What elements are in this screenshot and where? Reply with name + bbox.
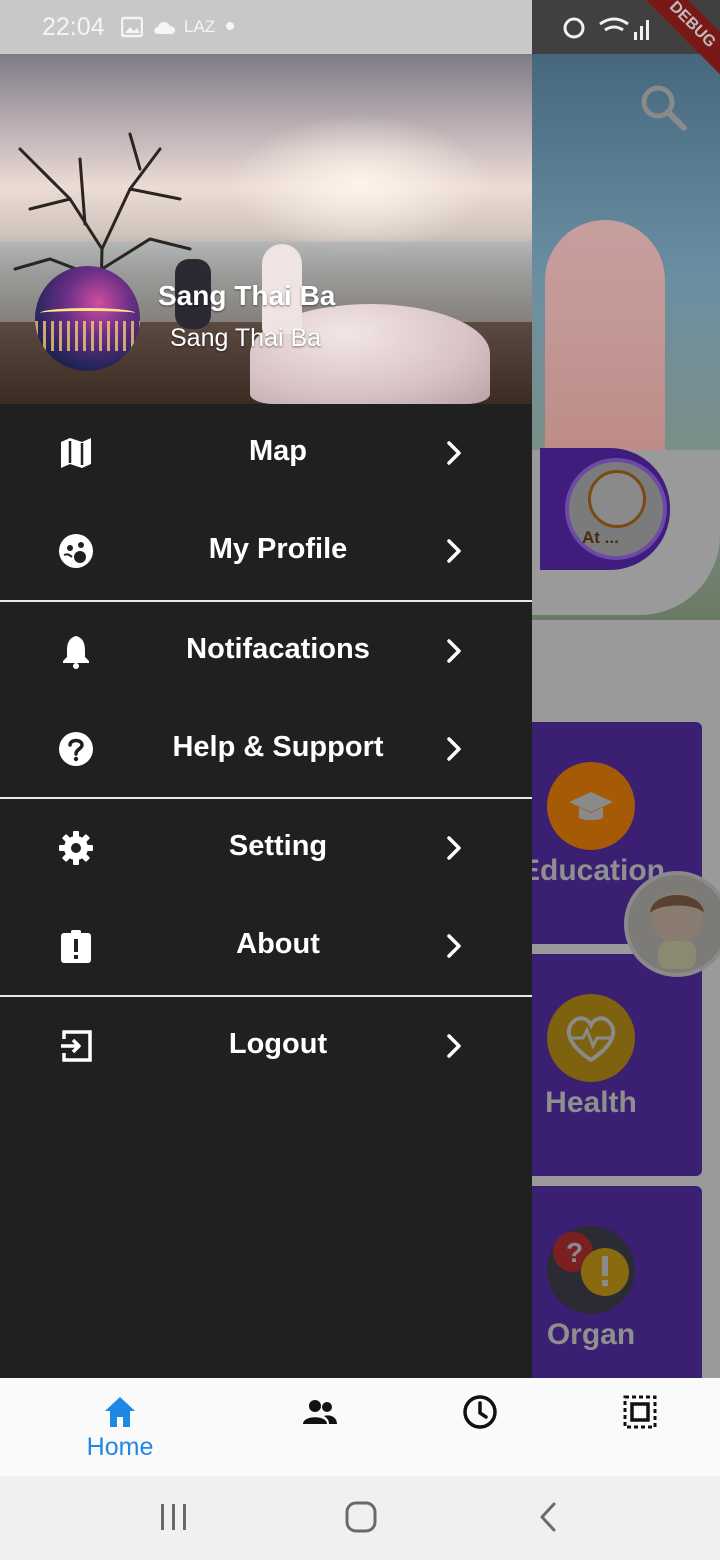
notification-dot-icon xyxy=(226,22,234,30)
avatar-city-lights xyxy=(35,321,140,351)
background-card-health: Health xyxy=(520,954,702,1176)
chevron-right-icon xyxy=(447,639,461,663)
question-exclamation-icon: ? xyxy=(547,1226,635,1314)
navigation-drawer: Sang Thai Ba Sang Thai Ba Map My Profile… xyxy=(0,54,532,1378)
chevron-right-icon xyxy=(447,836,461,860)
status-icons-right xyxy=(560,14,680,47)
home-button-icon[interactable] xyxy=(344,1500,378,1534)
home-icon xyxy=(105,1397,135,1427)
menu-item-about[interactable]: About xyxy=(0,897,532,995)
system-navigation-bar xyxy=(0,1476,720,1560)
user-subtitle: Sang Thai Ba xyxy=(170,324,322,352)
tab-home[interactable]: Home xyxy=(30,1378,210,1476)
menu-label: Map xyxy=(249,435,307,467)
drawer-header: Sang Thai Ba Sang Thai Ba xyxy=(0,54,532,404)
background-category-logo-icon xyxy=(588,470,646,528)
user-name: Sang Thai Ba xyxy=(158,280,336,311)
menu-label: Logout xyxy=(228,1028,328,1060)
menu-item-my-profile[interactable]: My Profile xyxy=(0,502,532,600)
chevron-right-icon xyxy=(447,1034,461,1058)
background-search-icon xyxy=(638,82,688,137)
background-category-label: At ... xyxy=(582,528,619,547)
image-icon xyxy=(121,16,143,38)
cloud-icon xyxy=(154,21,176,34)
svg-text:?: ? xyxy=(566,1237,583,1268)
tab-select-all[interactable] xyxy=(550,1378,720,1476)
bottom-navigation: Home xyxy=(0,1378,720,1476)
chevron-right-icon xyxy=(447,934,461,958)
background-card-organ: ? Organ xyxy=(520,1186,702,1378)
floating-assistant-avatar xyxy=(624,871,720,977)
chevron-right-icon xyxy=(447,737,461,761)
menu-item-logout[interactable]: Logout xyxy=(0,997,532,1095)
tab-home-label: Home xyxy=(86,1433,154,1461)
graduation-cap-icon xyxy=(547,762,635,850)
background-card-label: Organ xyxy=(546,1318,636,1351)
menu-label: Help & Support xyxy=(172,731,384,763)
chevron-right-icon xyxy=(447,539,461,563)
people-icon xyxy=(303,1400,337,1424)
avatar[interactable] xyxy=(35,266,140,371)
status-time: 22:04 xyxy=(42,13,105,41)
header-sunset-glow xyxy=(230,114,490,254)
background-church-tower xyxy=(545,220,665,460)
background-card-label: Health xyxy=(545,1086,637,1119)
menu-item-notifications[interactable]: Notifacations xyxy=(0,602,532,700)
menu-item-help-support[interactable]: Help & Support xyxy=(0,700,532,798)
menu-label: Setting xyxy=(228,830,328,862)
carrier-badge: LAZ xyxy=(184,17,216,36)
avatar-bridge xyxy=(40,308,135,318)
tab-history[interactable] xyxy=(390,1378,570,1476)
menu-label: About xyxy=(236,928,320,960)
heart-pulse-icon xyxy=(547,994,635,1082)
back-icon[interactable] xyxy=(536,1500,560,1534)
tab-people[interactable] xyxy=(230,1378,410,1476)
select-all-icon xyxy=(623,1395,657,1429)
menu-label: My Profile xyxy=(208,533,348,565)
menu-item-map[interactable]: Map xyxy=(0,404,532,502)
recent-apps-icon[interactable] xyxy=(158,1500,190,1534)
menu-label: Notifacations xyxy=(186,633,370,665)
clock-icon xyxy=(463,1395,497,1429)
menu-item-setting[interactable]: Setting xyxy=(0,799,532,897)
chevron-right-icon xyxy=(447,441,461,465)
status-bar: 22:04 LAZ xyxy=(0,0,532,54)
